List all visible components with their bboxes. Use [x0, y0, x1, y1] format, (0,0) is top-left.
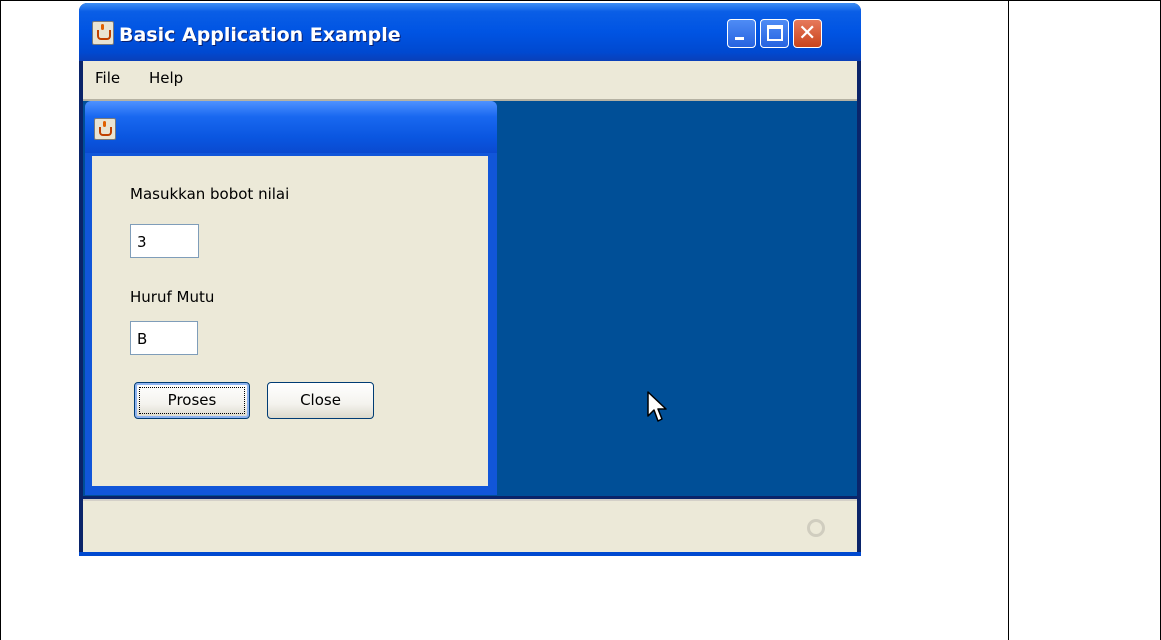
mouse-pointer-icon	[647, 391, 667, 422]
menu-file[interactable]: File	[95, 69, 120, 87]
page-divider-line	[1008, 0, 1009, 640]
internal-frame-title-bar[interactable]	[85, 101, 497, 153]
close-icon: ✕	[798, 21, 817, 46]
close-button[interactable]: Close	[267, 382, 374, 419]
focus-ring	[139, 387, 245, 414]
bobot-nilai-label: Masukkan bobot nilai	[130, 185, 290, 203]
window-title: Basic Application Example	[119, 24, 401, 46]
menu-help[interactable]: Help	[149, 69, 183, 87]
page-border-top	[0, 0, 1161, 1]
java-frame-icon[interactable]	[94, 118, 116, 140]
busy-indicator-icon	[807, 519, 825, 537]
internal-frame-content: Masukkan bobot nilai 3 Huruf Mutu B Pros…	[92, 156, 488, 486]
maximize-icon	[767, 25, 783, 41]
status-bar	[83, 499, 857, 554]
minimize-button[interactable]	[727, 19, 756, 48]
menu-bar: File Help	[83, 61, 857, 101]
close-button-label: Close	[300, 391, 341, 409]
window-bottom-border	[79, 552, 861, 556]
huruf-mutu-field[interactable]: B	[130, 321, 198, 355]
bobot-nilai-input[interactable]: 3	[130, 224, 199, 258]
minimize-icon	[735, 37, 744, 40]
maximize-button[interactable]	[760, 19, 789, 48]
huruf-mutu-label: Huruf Mutu	[130, 288, 215, 306]
window-title-bar[interactable]: Basic Application Example ✕	[79, 3, 861, 61]
java-app-icon[interactable]	[92, 21, 114, 45]
close-window-button[interactable]: ✕	[793, 19, 822, 48]
internal-frame: Masukkan bobot nilai 3 Huruf Mutu B Pros…	[85, 101, 497, 495]
page-border-left	[0, 0, 1, 640]
proses-button[interactable]: Proses	[134, 382, 250, 419]
